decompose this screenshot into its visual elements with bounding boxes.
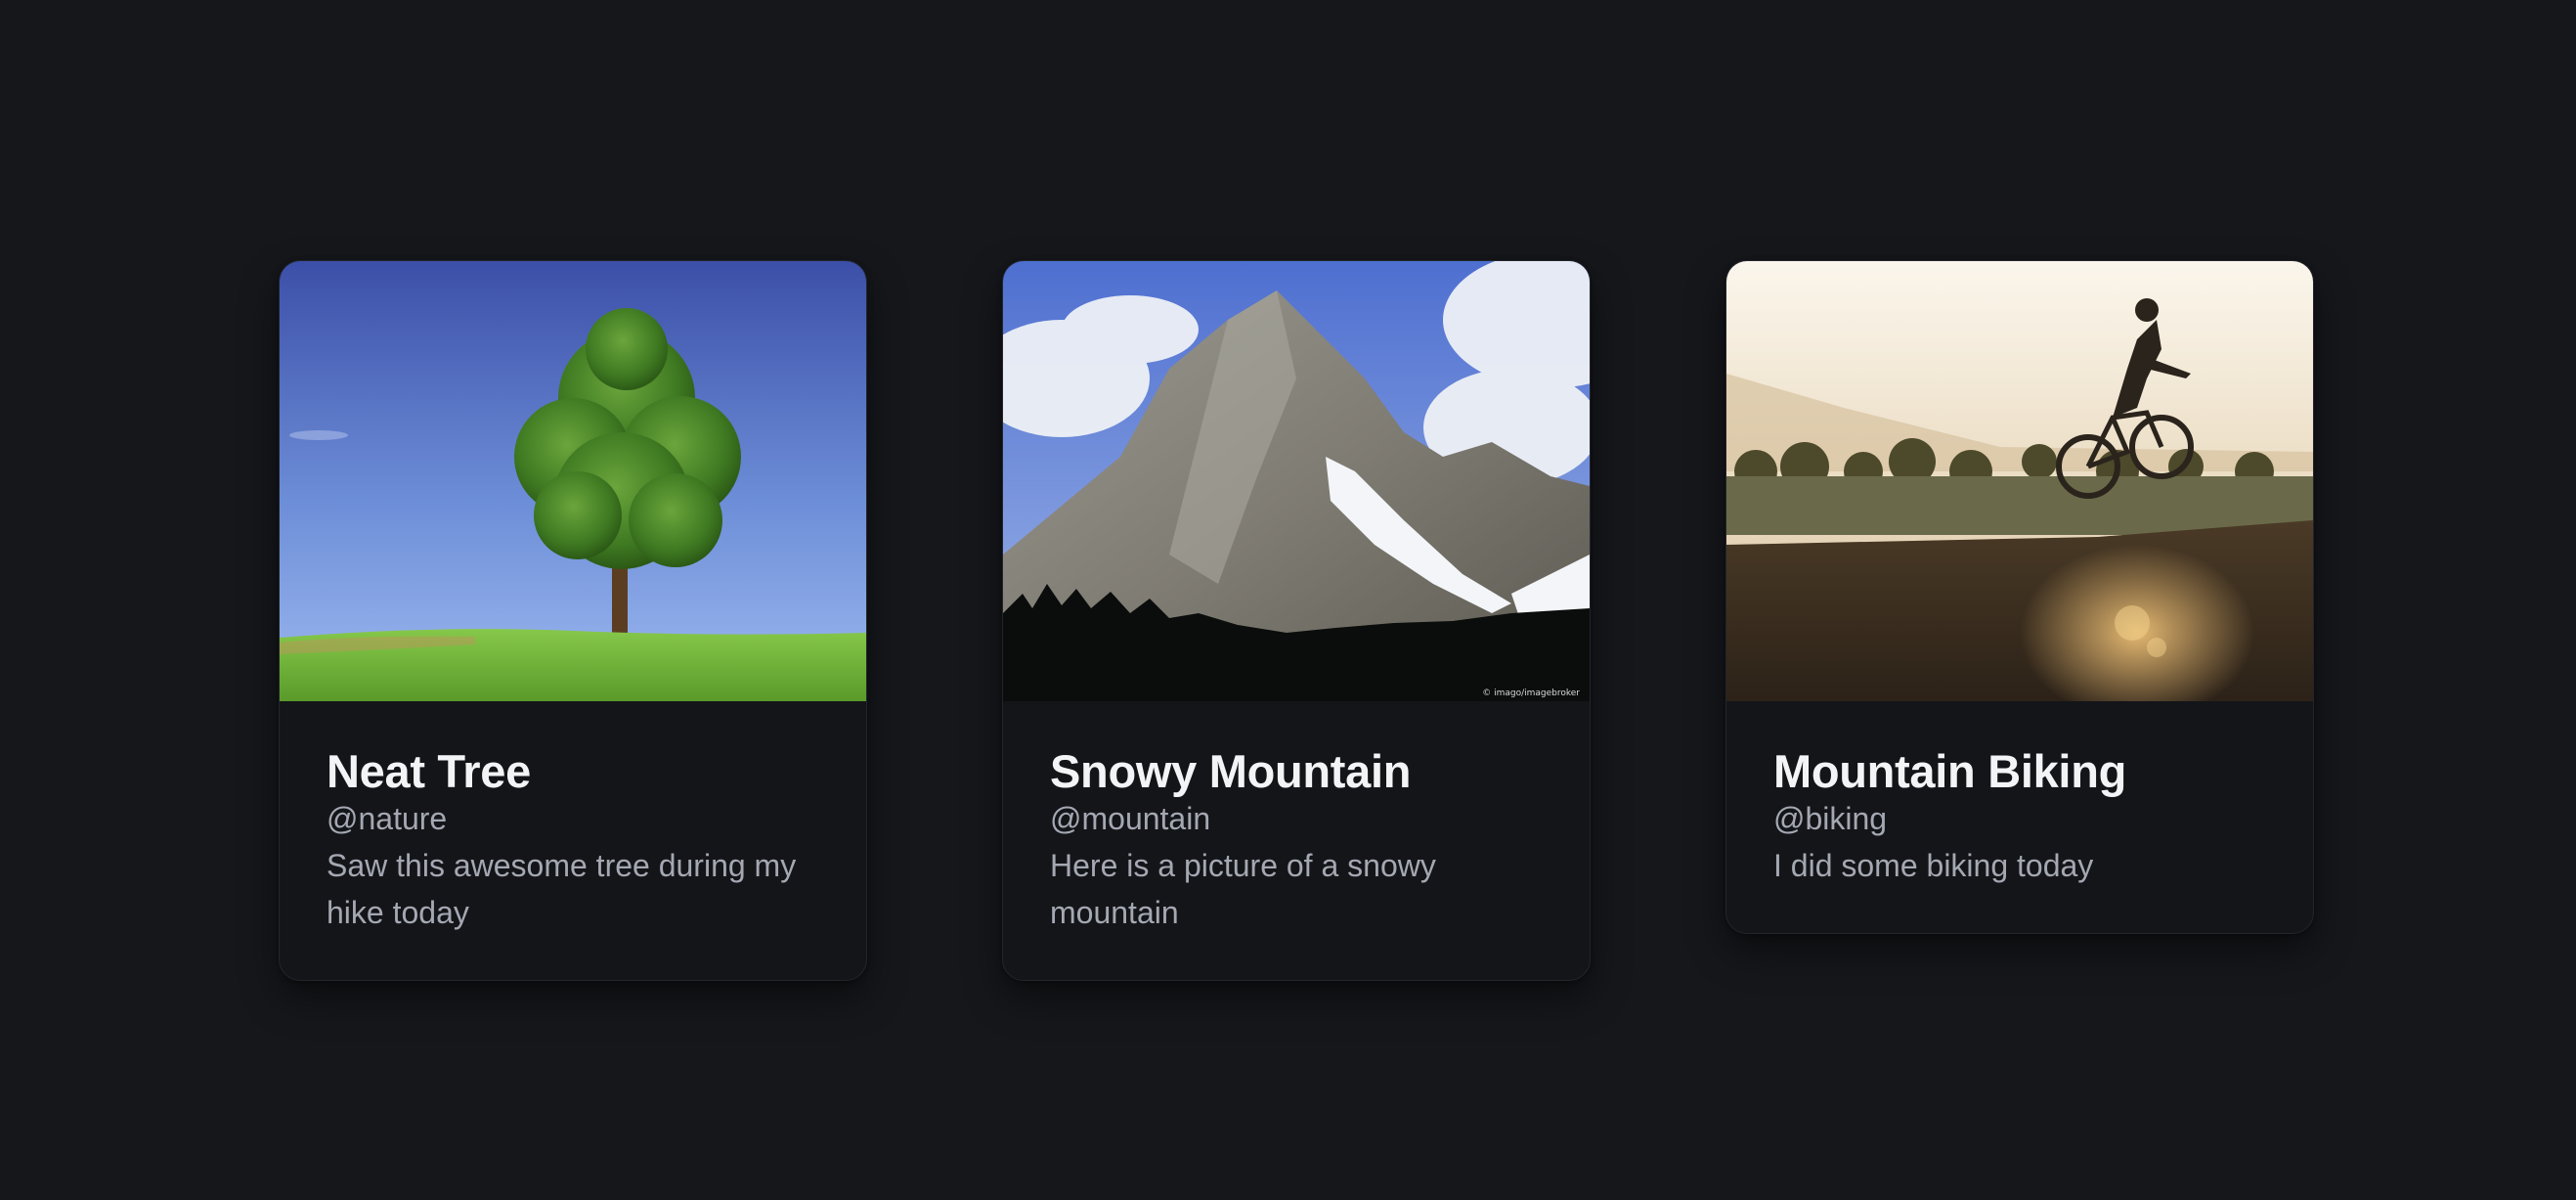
card-handle[interactable]: @mountain [1050, 799, 1543, 838]
svg-text:© imago/imagebroker: © imago/imagebroker [1482, 689, 1580, 698]
post-card-mountain-biking[interactable]: Mountain Biking @biking I did some bikin… [1725, 260, 2314, 934]
post-card-snowy-mountain[interactable]: © imago/imagebroker Snowy Mountain @moun… [1002, 260, 1591, 981]
card-title: Snowy Mountain [1050, 745, 1412, 797]
mountain-photo: © imago/imagebroker [1003, 261, 1590, 701]
card-gallery: Neat Tree @nature Saw this awesome tree … [0, 0, 2576, 1200]
post-card-neat-tree[interactable]: Neat Tree @nature Saw this awesome tree … [279, 260, 867, 981]
card-handle[interactable]: @biking [1773, 799, 2266, 838]
tree-photo [280, 261, 866, 701]
card-description: Here is a picture of a snowy mountain [1050, 847, 1436, 930]
card-description: I did some biking today [1773, 847, 2094, 883]
card-title: Neat Tree [327, 745, 531, 797]
card-description: Saw this awesome tree during my hike tod… [327, 847, 797, 930]
card-title: Mountain Biking [1773, 745, 2127, 797]
biking-photo [1726, 261, 2313, 701]
card-handle[interactable]: @nature [327, 799, 819, 838]
